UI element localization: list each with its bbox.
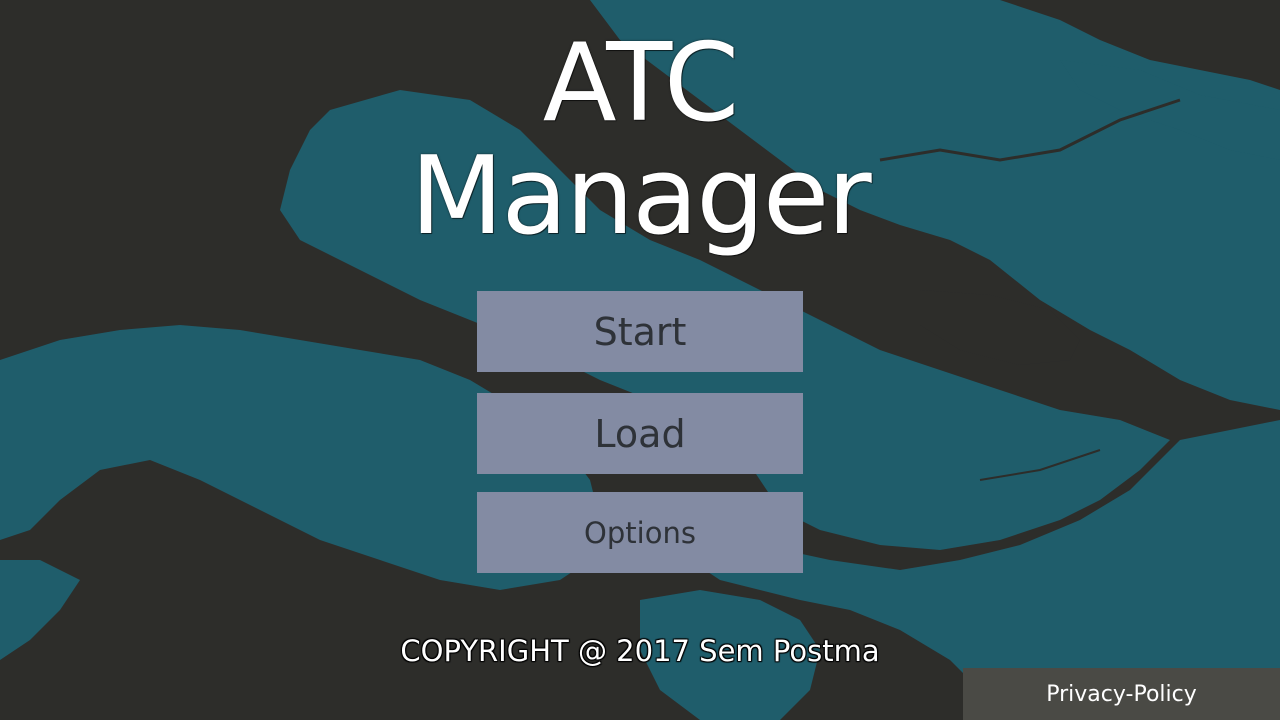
privacy-policy-button[interactable]: Privacy-Policy bbox=[963, 668, 1280, 720]
game-title-line2: Manager bbox=[410, 134, 871, 259]
start-button[interactable]: Start bbox=[477, 291, 803, 372]
copyright-text: COPYRIGHT @ 2017 Sem Postma bbox=[400, 634, 880, 668]
game-title-line1: ATC bbox=[542, 21, 740, 146]
load-button[interactable]: Load bbox=[477, 393, 803, 474]
options-button[interactable]: Options bbox=[477, 492, 803, 573]
main-menu-screen: ATC Manager Start Load Options COPYRIGHT… bbox=[0, 0, 1280, 720]
